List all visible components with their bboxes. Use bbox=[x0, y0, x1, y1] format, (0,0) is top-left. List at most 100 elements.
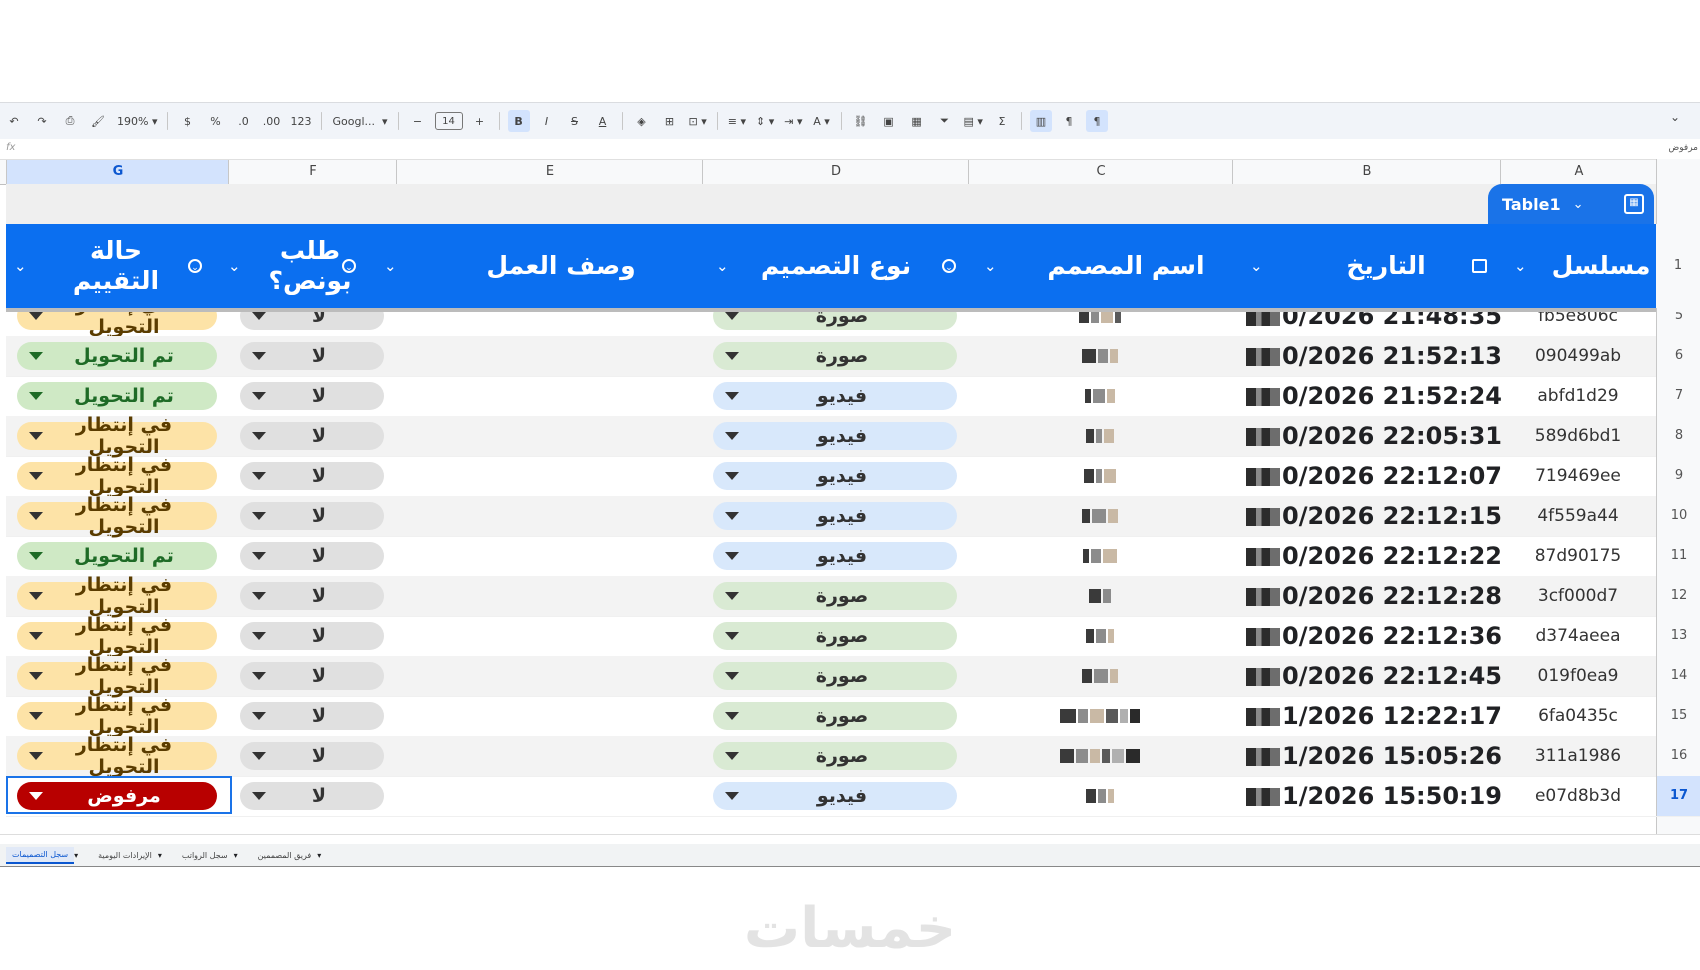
row-number[interactable]: 6 bbox=[1656, 336, 1700, 376]
rtl-text-icon[interactable]: ¶ bbox=[1085, 110, 1108, 132]
merge-cells-icon[interactable]: ⊡ ▾ bbox=[687, 110, 709, 132]
chevron-down-icon[interactable]: ⌄ bbox=[1250, 257, 1263, 275]
dropdown-arrow-icon[interactable] bbox=[252, 792, 266, 800]
row-number[interactable]: 8 bbox=[1656, 416, 1700, 456]
column-header-c[interactable]: C bbox=[968, 160, 1233, 184]
sheet-tab-menu-icon[interactable]: ▾ bbox=[74, 851, 78, 860]
column-header-b[interactable]: B bbox=[1232, 160, 1501, 184]
dropdown-arrow-icon[interactable] bbox=[252, 752, 266, 760]
paint-format-icon[interactable]: 🖌 bbox=[87, 110, 109, 132]
chevron-down-icon[interactable]: ⌄ bbox=[228, 257, 241, 275]
bonus-chip[interactable]: لا bbox=[240, 422, 384, 450]
designer-cell[interactable] bbox=[968, 416, 1232, 456]
italic-button[interactable]: I bbox=[536, 110, 558, 132]
serial-cell[interactable]: 6fa0435c bbox=[1500, 696, 1656, 736]
sheet-tab-menu-icon[interactable]: ▾ bbox=[158, 851, 162, 860]
serial-cell[interactable]: abfd1d29 bbox=[1500, 376, 1656, 416]
design-type-cell[interactable]: فيديو bbox=[702, 536, 968, 576]
print-icon[interactable]: ⎙ bbox=[59, 110, 81, 132]
status-chip[interactable]: في إنتظار التحويل bbox=[17, 494, 217, 538]
horizontal-align-icon[interactable]: ≡ ▾ bbox=[726, 110, 748, 132]
filter-icon[interactable]: ⏷ bbox=[934, 110, 956, 132]
sheet-tab[interactable]: الإيرادات اليومية bbox=[92, 848, 158, 863]
designer-cell[interactable] bbox=[968, 536, 1232, 576]
description-filter-dropdown[interactable]: ⌄ bbox=[384, 224, 397, 308]
dropdown-arrow-icon[interactable] bbox=[29, 392, 43, 400]
column-header-a[interactable]: A bbox=[1500, 160, 1657, 184]
dropdown-arrow-icon[interactable] bbox=[725, 472, 739, 480]
date-cell[interactable]: 0/2026 22:12:36 bbox=[1232, 616, 1502, 656]
dropdown-arrow-icon[interactable] bbox=[252, 472, 266, 480]
description-cell[interactable] bbox=[396, 376, 702, 416]
description-cell[interactable] bbox=[396, 576, 702, 616]
serial-cell[interactable]: 3cf000d7 bbox=[1500, 576, 1656, 616]
status-chip[interactable]: في إنتظار التحويل bbox=[17, 694, 217, 738]
serial-cell[interactable]: d374aeea bbox=[1500, 616, 1656, 656]
column-header-f[interactable]: F bbox=[228, 160, 397, 184]
serial-cell[interactable]: 090499ab bbox=[1500, 336, 1656, 376]
bold-button[interactable]: B bbox=[507, 110, 530, 132]
bonus-cell[interactable]: لا bbox=[228, 576, 396, 616]
design-type-cell[interactable]: فيديو bbox=[702, 416, 968, 456]
decrease-decimal-button[interactable]: .0 bbox=[232, 110, 254, 132]
description-cell[interactable] bbox=[396, 656, 702, 696]
bonus-chip[interactable]: لا bbox=[240, 782, 384, 810]
chart-icon[interactable]: ▦ bbox=[906, 110, 928, 132]
date-cell[interactable]: 0/2026 22:05:31 bbox=[1232, 416, 1502, 456]
bonus-cell[interactable]: لا bbox=[228, 312, 396, 336]
status-cell[interactable]: في إنتظار التحويل bbox=[6, 454, 228, 498]
bonus-cell[interactable]: لا bbox=[228, 416, 396, 456]
date-filter-dropdown[interactable]: ⌄ bbox=[1250, 224, 1263, 308]
dropdown-arrow-icon[interactable] bbox=[29, 792, 43, 800]
redo-icon[interactable]: ↷ bbox=[31, 110, 53, 132]
dropdown-arrow-icon[interactable] bbox=[725, 752, 739, 760]
column-header-e[interactable]: E bbox=[396, 160, 703, 184]
status-filter-dropdown[interactable]: ⌄ bbox=[14, 224, 27, 308]
bonus-chip[interactable]: لا bbox=[240, 382, 384, 410]
status-chip[interactable]: تم التحويل bbox=[17, 542, 217, 570]
designer-filter-dropdown[interactable]: ⌄ bbox=[984, 224, 997, 308]
dropdown-arrow-icon[interactable] bbox=[725, 712, 739, 720]
percent-format-button[interactable]: % bbox=[204, 110, 226, 132]
design-type-cell[interactable]: صورة bbox=[702, 312, 968, 336]
status-chip[interactable]: تم التحويل bbox=[17, 342, 217, 370]
date-cell[interactable]: 1/2026 12:22:17 bbox=[1232, 696, 1502, 736]
dropdown-arrow-icon[interactable] bbox=[252, 392, 266, 400]
font-size-increase-button[interactable]: + bbox=[469, 110, 491, 132]
description-cell[interactable] bbox=[396, 536, 702, 576]
status-cell[interactable]: تم التحويل bbox=[6, 536, 228, 576]
text-wrap-icon[interactable]: ⇥ ▾ bbox=[782, 110, 804, 132]
font-size-decrease-button[interactable]: − bbox=[407, 110, 429, 132]
status-chip[interactable]: في إنتظار التحويل bbox=[17, 654, 217, 698]
sheet-tab[interactable]: سجل الرواتب bbox=[176, 848, 234, 863]
dropdown-arrow-icon[interactable] bbox=[252, 432, 266, 440]
bonus-chip[interactable]: لا bbox=[240, 702, 384, 730]
fill-color-icon[interactable]: ◈ bbox=[631, 110, 653, 132]
bonus-cell[interactable]: لا bbox=[228, 376, 396, 416]
designer-cell[interactable] bbox=[968, 696, 1232, 736]
bonus-chip[interactable]: لا bbox=[240, 582, 384, 610]
description-cell[interactable] bbox=[396, 416, 702, 456]
row-number[interactable]: 15 bbox=[1656, 696, 1700, 736]
vertical-align-icon[interactable]: ⇕ ▾ bbox=[754, 110, 776, 132]
design-type-chip[interactable]: صورة bbox=[713, 662, 957, 690]
row-number[interactable]: 12 bbox=[1656, 576, 1700, 616]
row-number[interactable]: 17 bbox=[1656, 776, 1700, 816]
date-cell[interactable]: 0/2026 22:12:45 bbox=[1232, 656, 1502, 696]
dropdown-arrow-icon[interactable] bbox=[29, 312, 43, 320]
bonus-cell[interactable]: لا bbox=[228, 456, 396, 496]
undo-icon[interactable]: ↶ bbox=[3, 110, 25, 132]
formula-bar[interactable]: fx مرفوض bbox=[0, 139, 1700, 159]
strikethrough-button[interactable]: S bbox=[564, 110, 586, 132]
serial-cell[interactable]: 019f0ea9 bbox=[1500, 656, 1656, 696]
sheet-tab[interactable]: سجل التصميمات bbox=[6, 846, 75, 864]
currency-format-button[interactable]: $ bbox=[176, 110, 198, 132]
design-type-cell[interactable]: صورة bbox=[702, 576, 968, 616]
row-number[interactable]: 13 bbox=[1656, 616, 1700, 656]
dropdown-arrow-icon[interactable] bbox=[725, 672, 739, 680]
row-number[interactable]: 14 bbox=[1656, 656, 1700, 696]
bonus-cell[interactable]: لا bbox=[228, 496, 396, 536]
dropdown-arrow-icon[interactable] bbox=[29, 672, 43, 680]
dropdown-arrow-icon[interactable] bbox=[252, 632, 266, 640]
bonus-chip[interactable]: لا bbox=[240, 542, 384, 570]
